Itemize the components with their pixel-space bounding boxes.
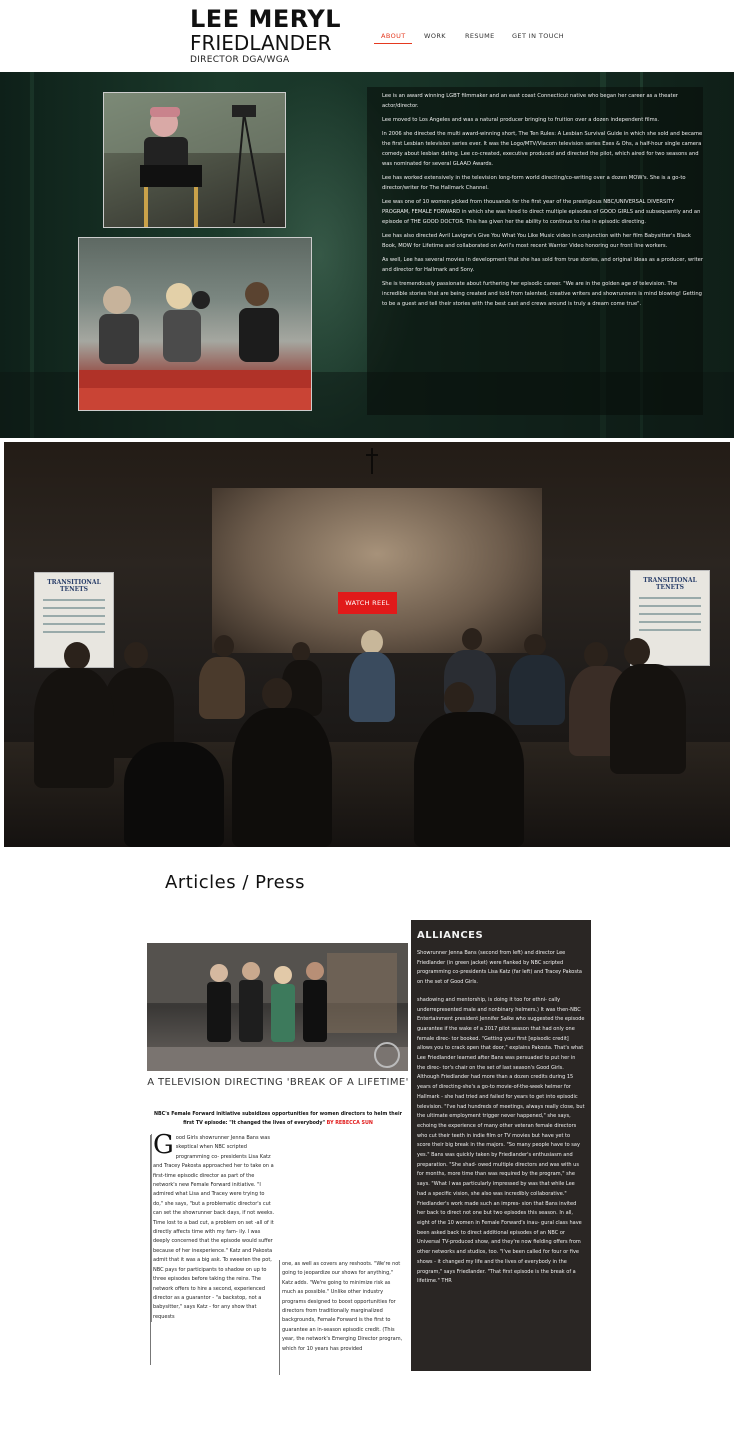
about-paragraph: In 2006 she directed the multi award-win… <box>382 131 703 167</box>
on-set-illustration <box>79 282 311 410</box>
person-seated <box>610 664 686 774</box>
crucifix-icon <box>366 448 378 474</box>
article-col1-text: ood Girls showrunner Jenna Bans was skep… <box>153 1135 275 1320</box>
nav-get-in-touch[interactable]: GET IN TOUCH <box>512 32 564 40</box>
about-paragraph: Lee has worked extensively in the televi… <box>382 175 686 191</box>
photo-on-set-camera <box>78 237 312 411</box>
watch-reel-button[interactable]: WATCH REEL <box>338 592 397 614</box>
about-text-panel: Lee is an award winning LGBT filmmaker a… <box>367 87 703 415</box>
board-title-left: TRANSITIONAL TENETS <box>47 579 101 593</box>
nav-active-underline <box>374 43 412 44</box>
person-head <box>262 678 292 710</box>
alliances-title: ALLIANCES <box>417 930 484 941</box>
about-paragraph: Lee was one of 10 women picked from thou… <box>382 199 701 225</box>
logo-name-last[interactable]: FRIEDLANDER <box>190 31 332 55</box>
alliances-sidebar: ALLIANCES Showrunner Jenna Bans (second … <box>411 920 591 1371</box>
article-dek: NBC's Female Forward initiative subsidiz… <box>152 1110 404 1128</box>
nav-resume[interactable]: RESUME <box>465 32 495 40</box>
about-paragraph: Lee is an award winning LGBT filmmaker a… <box>382 93 678 109</box>
column-rule-middle <box>279 1260 280 1375</box>
person-seated <box>199 657 245 719</box>
alliances-body: shadowing and mentorship, is doing it to… <box>417 996 585 1285</box>
person-head <box>584 642 608 668</box>
article-photo-four-women <box>147 943 408 1071</box>
articles-section-title: Articles / Press <box>165 872 306 893</box>
board-title-right: TRANSITIONAL TENETS <box>643 577 697 591</box>
person-head <box>292 642 310 662</box>
person-seated <box>34 668 114 788</box>
nav-work[interactable]: WORK <box>424 32 446 40</box>
group-photo-illustration <box>147 943 408 1071</box>
person-head <box>524 634 546 656</box>
alliances-caption: Showrunner Jenna Bans (second from left)… <box>417 950 582 986</box>
person-foreground <box>124 742 224 847</box>
person-foreground <box>414 712 524 847</box>
woman-head <box>361 630 383 654</box>
about-paragraph: Lee has also directed Avril Lavigne's Gi… <box>382 233 691 249</box>
stage-screen <box>212 488 542 653</box>
nav-about[interactable]: ABOUT <box>381 32 406 40</box>
site-header: LEE MERYL FRIEDLANDER DIRECTOR DGA/WGA A… <box>0 0 734 72</box>
person-head <box>444 682 474 714</box>
person-foreground <box>232 708 332 847</box>
person-seated <box>509 655 565 725</box>
person-head <box>214 635 234 657</box>
article-dropcap: G <box>153 1130 174 1160</box>
person-head <box>462 628 482 650</box>
reel-hero-image: TRANSITIONAL TENETS TRANSITIONAL TENETS … <box>4 442 730 847</box>
logo-tagline: DIRECTOR DGA/WGA <box>190 55 290 65</box>
photo-director-chair <box>103 92 286 228</box>
woman-seated <box>349 652 395 722</box>
person-head <box>624 638 650 666</box>
person-head <box>64 642 90 670</box>
director-chair-illustration <box>104 93 285 227</box>
about-paragraph: She is tremendously passionate about fur… <box>382 281 702 307</box>
about-paragraph: As well, Lee has several movies in devel… <box>382 257 704 273</box>
article-column-1: G ood Girls showrunner Jenna Bans was sk… <box>151 1130 276 1323</box>
article-column-2: one, as well as covers any reshoots. "We… <box>282 1261 403 1352</box>
about-paragraph: Lee moved to Los Angeles and was a natur… <box>382 117 660 123</box>
logo-name-first[interactable]: LEE MERYL <box>190 5 341 33</box>
article-headline[interactable]: A TELEVISION DIRECTING 'BREAK OF A LIFET… <box>147 1077 409 1088</box>
person-head <box>124 642 148 668</box>
article-byline: BY REBECCA SUN <box>326 1121 373 1126</box>
